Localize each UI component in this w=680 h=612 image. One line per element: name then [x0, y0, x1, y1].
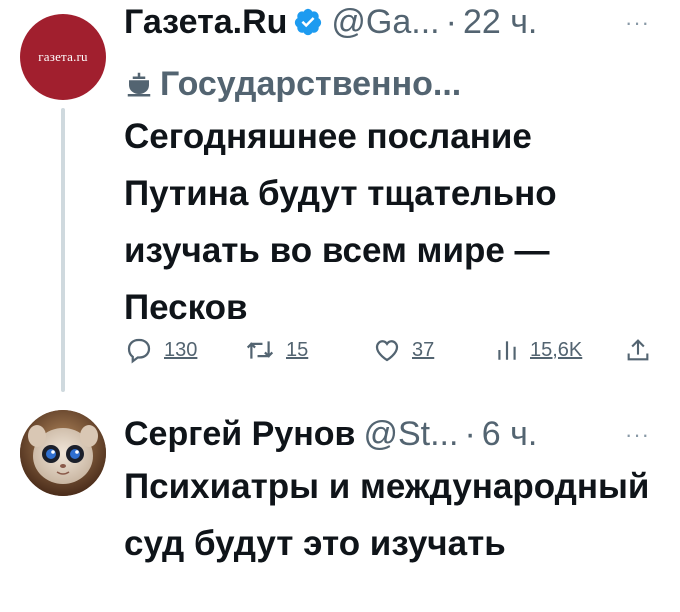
tweet-reply[interactable]: Сергей Рунов @St... · 6 ч. ··· Психиатры… [0, 390, 680, 612]
view-count: 15,6K [530, 338, 583, 361]
avatar-creature-image [20, 410, 106, 496]
separator-dot: · [445, 3, 457, 41]
tweet-header: Сергей Рунов @St... · 6 ч. [124, 414, 537, 454]
heart-icon [375, 340, 399, 362]
tweet-header: Газета.Ru @Ga... · 22 ч. [124, 2, 537, 42]
like-count: 37 [412, 338, 435, 361]
share-button[interactable] [624, 335, 652, 365]
thread-line [61, 108, 65, 392]
tweet-actions: 130 15 37 15,6K [124, 335, 664, 369]
author-handle[interactable]: @St... [363, 414, 458, 454]
verified-badge-icon [295, 8, 322, 36]
timestamp[interactable]: 6 ч. [482, 414, 538, 454]
retweet-icon [246, 341, 274, 359]
avatar-logo-text: газета.ru [38, 49, 88, 64]
separator-dot: · [464, 415, 476, 453]
more-options-icon[interactable]: ··· [625, 10, 650, 36]
like-button[interactable]: 37 [372, 335, 434, 365]
avatar[interactable] [20, 410, 106, 496]
tweet-text: Сегодняшнее послание Путина будут тщател… [124, 117, 557, 327]
avatar[interactable]: газета.ru [20, 14, 106, 100]
tweet-gazeta[interactable]: газета.ru Газета.Ru @Ga... · 22 ч. ··· Г… [0, 0, 680, 392]
views-chart-icon [498, 341, 516, 360]
tweet-text: Психиатры и международный суд будут это … [124, 467, 650, 563]
author-name[interactable]: Газета.Ru [124, 2, 287, 42]
author-name[interactable]: Сергей Рунов [124, 414, 355, 454]
share-icon [627, 339, 649, 361]
reply-count: 130 [164, 338, 198, 361]
reply-button[interactable]: 130 [124, 335, 197, 365]
government-building-icon [127, 72, 151, 97]
affiliation-label-text: Государственно... [160, 65, 462, 103]
retweet-button[interactable]: 15 [244, 335, 308, 365]
reply-icon [127, 338, 151, 364]
more-options-icon[interactable]: ··· [625, 422, 650, 448]
author-handle[interactable]: @Ga... [331, 2, 439, 42]
views-button[interactable]: 15,6K [494, 335, 582, 365]
timestamp[interactable]: 22 ч. [463, 2, 537, 42]
retweet-count: 15 [286, 338, 309, 361]
affiliation-label[interactable]: Государственно... [124, 64, 461, 104]
